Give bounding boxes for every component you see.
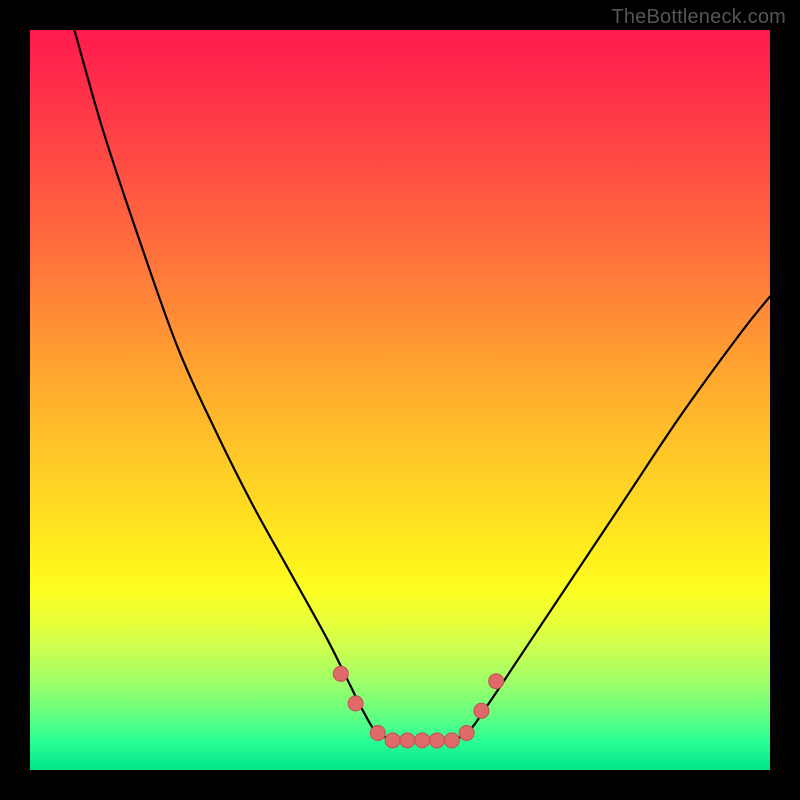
- data-marker: [400, 733, 415, 748]
- data-marker: [333, 666, 348, 681]
- attribution-text: TheBottleneck.com: [611, 6, 786, 29]
- chart-frame: TheBottleneck.com: [0, 0, 800, 800]
- plot-area: [30, 30, 770, 770]
- data-marker: [385, 733, 400, 748]
- data-marker: [444, 733, 459, 748]
- bottleneck-curve: [74, 30, 770, 741]
- marker-group: [333, 666, 503, 748]
- curve-group: [74, 30, 770, 741]
- data-marker: [474, 703, 489, 718]
- data-marker: [489, 674, 504, 689]
- data-marker: [370, 726, 385, 741]
- chart-svg: [30, 30, 770, 770]
- data-marker: [415, 733, 430, 748]
- data-marker: [348, 696, 363, 711]
- data-marker: [459, 726, 474, 741]
- data-marker: [430, 733, 445, 748]
